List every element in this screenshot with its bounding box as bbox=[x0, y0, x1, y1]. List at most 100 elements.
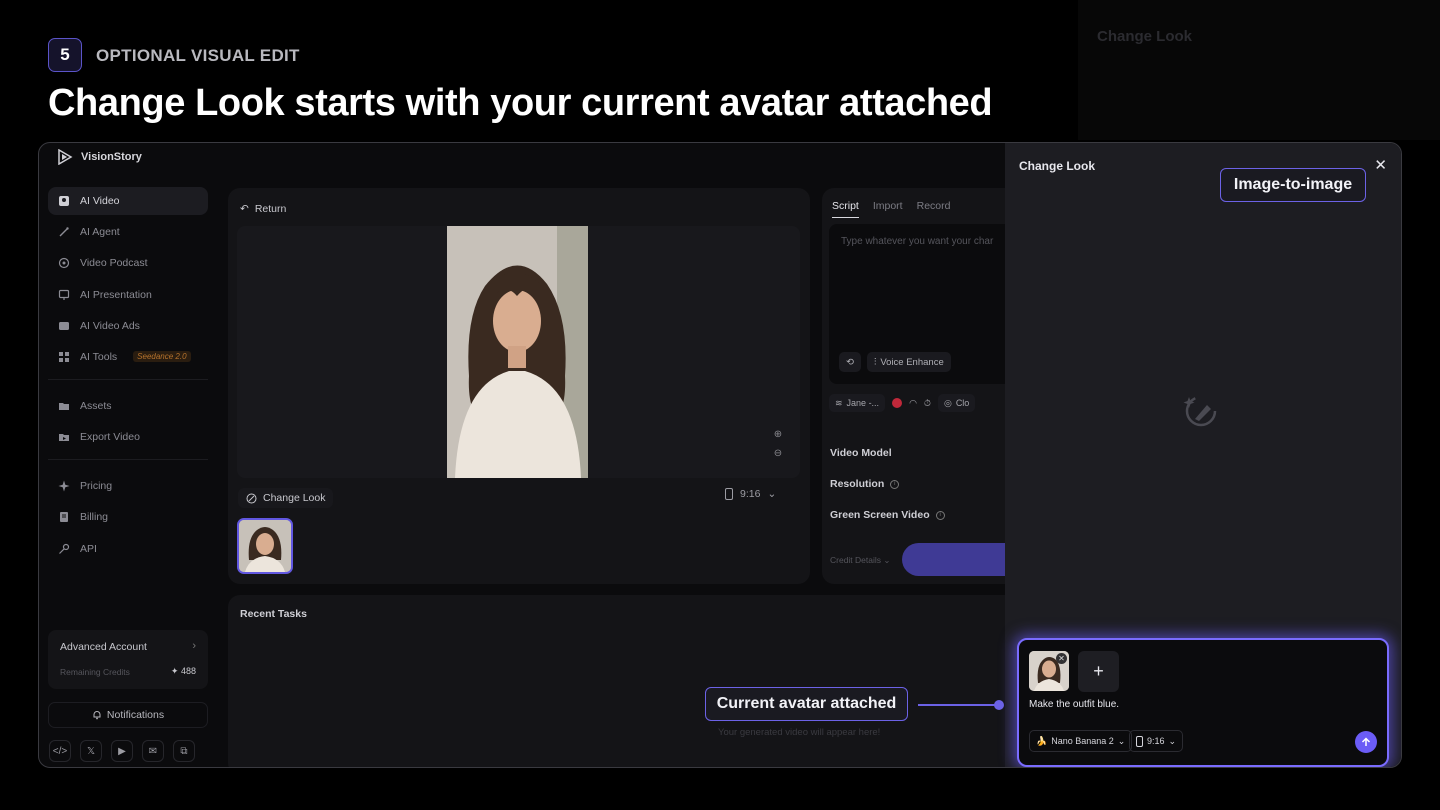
script-tabs: Script Import Record bbox=[832, 200, 950, 218]
return-button[interactable]: ↶ Return bbox=[240, 203, 286, 215]
timer-icon[interactable]: ⏱ bbox=[924, 398, 931, 409]
resolution-label: Resolution bbox=[830, 478, 885, 490]
translate-icon: ⟲ bbox=[846, 356, 854, 368]
attached-avatar-thumbnail[interactable]: ✕ bbox=[1029, 651, 1069, 691]
video-model-label: Video Model bbox=[830, 447, 892, 459]
voice-enhance-button[interactable]: ⫶ Voice Enhance bbox=[866, 352, 951, 372]
presentation-icon bbox=[58, 289, 70, 300]
prompt-input[interactable]: Make the outfit blue. bbox=[1029, 699, 1119, 710]
script-textarea[interactable]: Type whatever you want your char ⟲ ⫶ Voi… bbox=[829, 224, 1022, 384]
account-title: Advanced Account bbox=[60, 641, 147, 653]
aspect-ratio-value: 9:16 bbox=[740, 488, 761, 500]
sidebar: VisionStory AI Video AI Agent Video Podc… bbox=[39, 143, 219, 767]
tab-record[interactable]: Record bbox=[917, 200, 951, 218]
tab-import[interactable]: Import bbox=[873, 200, 903, 218]
sidebar-item-assets[interactable]: Assets bbox=[48, 392, 208, 420]
sidebar-item-ai-tools[interactable]: AI Tools Seedance 2.0 bbox=[48, 343, 208, 371]
voice-enhance-label: Voice Enhance bbox=[880, 356, 944, 368]
headphones-icon[interactable]: ◠ bbox=[909, 398, 917, 409]
account-card[interactable]: Advanced Account › Remaining Credits ✦ 4… bbox=[48, 630, 208, 689]
sidebar-item-label: AI Video bbox=[80, 195, 120, 207]
change-look-drawer: Change Look ✕ ✕ + Make the outfit blue. bbox=[1005, 143, 1401, 767]
close-icon[interactable]: ✕ bbox=[1374, 156, 1387, 174]
model-select[interactable]: 🍌 Nano Banana 2 ⌄ bbox=[1029, 730, 1133, 752]
mail-icon[interactable]: ✉ bbox=[142, 740, 164, 762]
video-model-setting[interactable]: Video Model bbox=[830, 447, 892, 459]
sidebar-item-video-podcast[interactable]: Video Podcast bbox=[48, 249, 208, 277]
sidebar-item-label: AI Video Ads bbox=[80, 319, 140, 332]
brand-name: VisionStory bbox=[81, 151, 142, 163]
sidebar-item-ai-presentation[interactable]: AI Presentation bbox=[48, 281, 208, 309]
sidebar-item-ai-video[interactable]: AI Video bbox=[48, 187, 208, 215]
ratio-select[interactable]: 9:16 ⌄ bbox=[1129, 730, 1184, 752]
sparkle-icon bbox=[58, 480, 70, 492]
callout-leader-dot bbox=[994, 700, 1004, 710]
info-icon[interactable]: i bbox=[890, 479, 900, 489]
avatar-thumbnail[interactable] bbox=[237, 518, 293, 574]
background-ghost-panel bbox=[1078, 0, 1440, 140]
clone-icon: ◎ bbox=[943, 397, 952, 408]
phone-icon bbox=[1136, 735, 1143, 747]
voice-select[interactable]: ≋ Jane -... bbox=[829, 394, 886, 412]
arrow-up-icon bbox=[1361, 737, 1371, 746]
change-look-icon bbox=[246, 493, 257, 503]
sidebar-item-label: API bbox=[80, 542, 97, 555]
green-screen-setting[interactable]: Green Screen Video i bbox=[830, 509, 945, 521]
banana-icon: 🍌 bbox=[1036, 735, 1048, 746]
sidebar-item-api[interactable]: API bbox=[48, 535, 208, 563]
script-card: Script Import Record Type whatever you w… bbox=[822, 188, 1052, 584]
notifications-button[interactable]: Notifications bbox=[48, 702, 208, 728]
copy-icon[interactable]: ⧉ bbox=[173, 740, 195, 762]
clone-label: Clo bbox=[955, 398, 970, 408]
podcast-icon bbox=[58, 258, 70, 269]
preview-card: ↶ Return ⊕ ⊖ Change Look 9:16 ⌄ bbox=[228, 188, 810, 584]
zoom-out-icon[interactable]: ⊖ bbox=[770, 445, 786, 461]
voice-name: Jane -... bbox=[846, 398, 880, 408]
translate-button[interactable]: ⟲ bbox=[839, 352, 861, 372]
youtube-icon[interactable]: ▶ bbox=[111, 740, 133, 762]
video-preview-stage: ⊕ ⊖ bbox=[237, 226, 800, 478]
slide-title: Change Look starts with your current ava… bbox=[48, 82, 993, 124]
waveform-icon: ⫶ bbox=[873, 356, 877, 368]
avatar-portrait-image bbox=[447, 226, 588, 478]
woman-portrait-illustration bbox=[447, 226, 588, 478]
ghost-change-look-label: Change Look bbox=[1097, 28, 1193, 45]
clone-voice-button[interactable]: ◎ Clo bbox=[937, 394, 976, 412]
change-look-button[interactable]: Change Look bbox=[238, 488, 334, 508]
code-icon[interactable]: </> bbox=[49, 740, 71, 762]
sidebar-item-label: AI Presentation bbox=[80, 288, 152, 301]
add-image-button[interactable]: + bbox=[1078, 651, 1119, 692]
bell-icon bbox=[93, 711, 101, 720]
model-name: Nano Banana 2 bbox=[1051, 736, 1114, 746]
zoom-in-icon[interactable]: ⊕ bbox=[770, 426, 786, 442]
x-twitter-icon[interactable]: 𝕏 bbox=[80, 740, 102, 762]
remove-attachment-icon[interactable]: ✕ bbox=[1056, 653, 1067, 664]
chevron-down-icon: ⌄ bbox=[1117, 735, 1126, 746]
credit-details-toggle[interactable]: Credit Details ⌄ bbox=[830, 555, 891, 566]
image-edit-placeholder-icon bbox=[1181, 391, 1221, 436]
voice-wave-icon: ≋ bbox=[835, 397, 843, 408]
sidebar-item-billing[interactable]: Billing bbox=[48, 503, 208, 531]
app-window: VisionStory AI Video AI Agent Video Podc… bbox=[38, 142, 1402, 768]
ratio-value: 9:16 bbox=[1147, 736, 1165, 746]
notifications-label: Notifications bbox=[106, 709, 165, 721]
video-icon bbox=[59, 196, 69, 206]
sidebar-item-export-video[interactable]: Export Video bbox=[48, 423, 208, 451]
sidebar-item-ai-agent[interactable]: AI Agent bbox=[48, 218, 208, 246]
prompt-composer[interactable]: ✕ + Make the outfit blue. 🍌 Nano Banana … bbox=[1017, 638, 1389, 767]
brand[interactable]: VisionStory bbox=[57, 149, 142, 165]
seedance-badge: Seedance 2.0 bbox=[133, 351, 191, 363]
billing-icon bbox=[60, 512, 68, 523]
info-icon[interactable]: i bbox=[935, 510, 945, 520]
aspect-ratio-select[interactable]: 9:16 ⌄ bbox=[725, 488, 776, 500]
sidebar-item-ai-video-ads[interactable]: AI Video Ads bbox=[48, 312, 208, 340]
sidebar-item-pricing[interactable]: Pricing bbox=[48, 472, 208, 500]
grid-icon bbox=[59, 351, 69, 362]
send-button[interactable] bbox=[1355, 731, 1377, 753]
resolution-setting[interactable]: Resolution i bbox=[830, 478, 900, 490]
sidebar-divider bbox=[48, 378, 208, 380]
folder-icon bbox=[59, 402, 69, 410]
tab-script[interactable]: Script bbox=[832, 200, 859, 218]
script-tools: ⟲ ⫶ Voice Enhance bbox=[839, 352, 951, 372]
sidebar-item-label: AI Tools bbox=[80, 350, 118, 363]
